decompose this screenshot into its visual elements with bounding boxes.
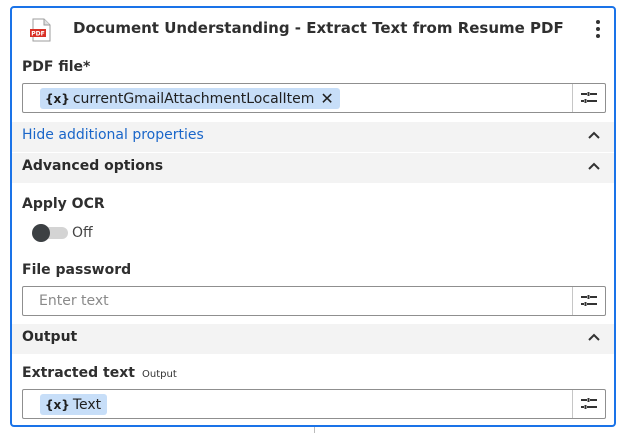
chevron-up-icon[interactable] bbox=[588, 131, 600, 139]
variable-token[interactable]: {x} Text bbox=[40, 394, 108, 415]
pdf-file-label: PDF file* bbox=[22, 59, 91, 75]
activity-card: PDF Document Understanding - Extract Tex… bbox=[10, 6, 616, 427]
advanced-options-header[interactable]: Advanced options bbox=[12, 153, 614, 183]
output-section-label: Output bbox=[22, 329, 78, 345]
apply-ocr-label: Apply OCR bbox=[22, 196, 105, 212]
connector-line bbox=[314, 427, 315, 433]
card-header: PDF Document Understanding - Extract Tex… bbox=[12, 8, 614, 50]
advanced-editor-button[interactable] bbox=[573, 390, 605, 418]
pdf-file-icon: PDF bbox=[30, 18, 51, 42]
advanced-options-label: Advanced options bbox=[22, 158, 164, 174]
extracted-text-label: Extracted text bbox=[22, 365, 135, 381]
output-tag: Output bbox=[142, 369, 177, 380]
variable-token[interactable]: {x} currentGmailAttachmentLocalItem ✕ bbox=[40, 88, 340, 109]
remove-token-icon[interactable]: ✕ bbox=[320, 90, 333, 107]
sliders-icon bbox=[581, 398, 597, 409]
variable-icon: {x} bbox=[45, 397, 70, 412]
advanced-editor-button[interactable] bbox=[573, 84, 605, 112]
hide-properties-link[interactable]: Hide additional properties bbox=[22, 127, 204, 143]
sliders-icon bbox=[581, 92, 597, 103]
extracted-text-field[interactable]: {x} Text bbox=[22, 389, 606, 419]
variable-icon: {x} bbox=[45, 91, 70, 106]
activity-title: Document Understanding - Extract Text fr… bbox=[73, 19, 564, 37]
hide-properties-bar[interactable]: Hide additional properties bbox=[12, 122, 614, 152]
advanced-editor-button[interactable] bbox=[573, 287, 605, 315]
apply-ocr-toggle[interactable] bbox=[32, 224, 69, 242]
variable-name: currentGmailAttachmentLocalItem bbox=[72, 90, 315, 107]
svg-text:PDF: PDF bbox=[31, 31, 44, 38]
kebab-menu-icon[interactable] bbox=[594, 18, 602, 40]
sliders-icon bbox=[581, 295, 597, 306]
output-section-header[interactable]: Output bbox=[12, 324, 614, 354]
variable-name: Text bbox=[72, 396, 102, 413]
chevron-up-icon[interactable] bbox=[588, 162, 600, 170]
apply-ocr-state: Off bbox=[72, 225, 93, 241]
pdf-file-field[interactable]: {x} currentGmailAttachmentLocalItem ✕ bbox=[22, 83, 606, 113]
file-password-label: File password bbox=[22, 262, 132, 278]
chevron-up-icon[interactable] bbox=[588, 333, 600, 341]
file-password-field[interactable]: Enter text bbox=[22, 286, 606, 316]
file-password-placeholder: Enter text bbox=[39, 293, 109, 309]
